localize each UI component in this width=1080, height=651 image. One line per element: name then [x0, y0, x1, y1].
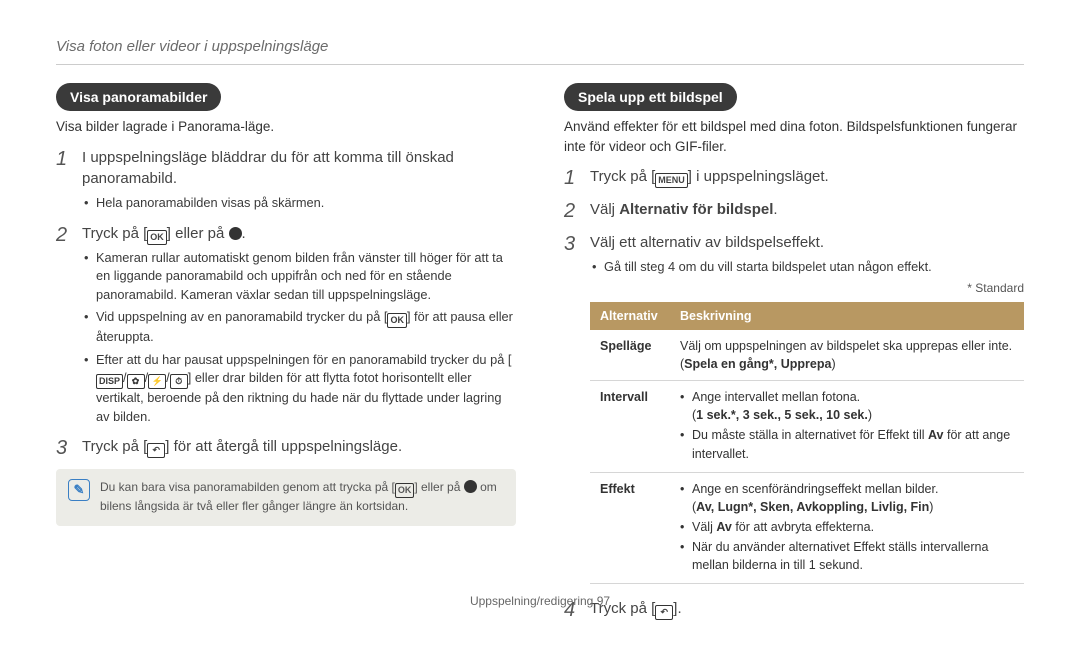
left-column: Visa panoramabilder Visa bilder lagrade …: [56, 83, 516, 632]
back-icon: ↶: [147, 443, 165, 458]
step-number: 1: [56, 147, 82, 213]
step-text: I uppspelningsläge bläddrar du för att k…: [82, 147, 516, 191]
macro-icon: ✿: [127, 374, 145, 389]
columns: Visa panoramabilder Visa bilder lagrade …: [56, 83, 1024, 632]
timer-icon: ⏱: [170, 374, 188, 389]
shutter-icon: [464, 480, 477, 493]
disp-icon: DISP: [96, 374, 123, 389]
divider: [56, 64, 1024, 65]
step-number: 3: [56, 436, 82, 459]
bullet: Hela panoramabilden visas på skärmen.: [82, 194, 516, 213]
step-1: 1 I uppspelningsläge bläddrar du för att…: [56, 147, 516, 213]
step-number: 3: [564, 232, 590, 584]
step-text: Tryck på [OK] eller på .: [82, 223, 516, 245]
standard-note: * Standard: [590, 280, 1024, 297]
section-heading-right: Spela upp ett bildspel: [564, 83, 737, 111]
right-column: Spela upp ett bildspel Använd effekter f…: [564, 83, 1024, 632]
step-1: 1 Tryck på [MENU] i uppspelningsläget.: [564, 166, 1024, 189]
step-3: 3 Tryck på [↶] för att återgå till uppsp…: [56, 436, 516, 459]
step-number: 1: [564, 166, 590, 189]
flash-icon: ⚡: [148, 374, 166, 389]
ok-icon: OK: [395, 483, 415, 498]
step-2: 2 Välj Alternativ för bildspel.: [564, 199, 1024, 222]
table-row: Effekt Ange en scenförändringseffekt mel…: [590, 472, 1024, 584]
steps-left: 1 I uppspelningsläge bläddrar du för att…: [56, 147, 516, 460]
section-heading-left: Visa panoramabilder: [56, 83, 221, 111]
step-number: 2: [56, 223, 82, 427]
step-text: Välj ett alternativ av bildspelseffekt.: [590, 232, 1024, 254]
ok-icon: OK: [147, 230, 167, 245]
note-icon: ✎: [68, 479, 90, 501]
page: Visa foton eller videor i uppspelningslä…: [0, 0, 1080, 651]
bullet: Gå till steg 4 om du vill starta bildspe…: [590, 258, 1024, 277]
page-footer: Uppspelning/redigering 97: [0, 593, 1080, 610]
menu-icon: MENU: [655, 173, 688, 188]
breadcrumb: Visa foton eller videor i uppspelningslä…: [56, 36, 1024, 58]
shutter-icon: [229, 227, 242, 240]
note-text: Du kan bara visa panoramabilden genom at…: [100, 479, 504, 515]
step-3: 3 Välj ett alternativ av bildspelseffekt…: [564, 232, 1024, 584]
options-table: AlternativBeskrivning Spelläge Välj om u…: [590, 302, 1024, 585]
steps-right: 1 Tryck på [MENU] i uppspelningsläget. 2…: [564, 166, 1024, 621]
table-row: Intervall Ange intervallet mellan fotona…: [590, 381, 1024, 473]
step-text: Välj Alternativ för bildspel.: [590, 199, 1024, 221]
intro-left: Visa bilder lagrade i Panorama-läge.: [56, 117, 516, 137]
bullet: Vid uppspelning av en panoramabild tryck…: [82, 308, 516, 347]
ok-icon: OK: [387, 313, 407, 328]
step-2: 2 Tryck på [OK] eller på . Kameran rulla…: [56, 223, 516, 427]
table-row: Spelläge Välj om uppspelningen av bildsp…: [590, 330, 1024, 381]
bullet: Kameran rullar automatiskt genom bilden …: [82, 249, 516, 305]
bullet: Efter att du har pausat uppspelningen fö…: [82, 351, 516, 427]
note-box: ✎ Du kan bara visa panoramabilden genom …: [56, 469, 516, 525]
table-header: AlternativBeskrivning: [590, 302, 1024, 330]
intro-right: Använd effekter för ett bildspel med din…: [564, 117, 1024, 156]
step-number: 2: [564, 199, 590, 222]
step-text: Tryck på [MENU] i uppspelningsläget.: [590, 166, 1024, 188]
step-text: Tryck på [↶] för att återgå till uppspel…: [82, 436, 516, 458]
